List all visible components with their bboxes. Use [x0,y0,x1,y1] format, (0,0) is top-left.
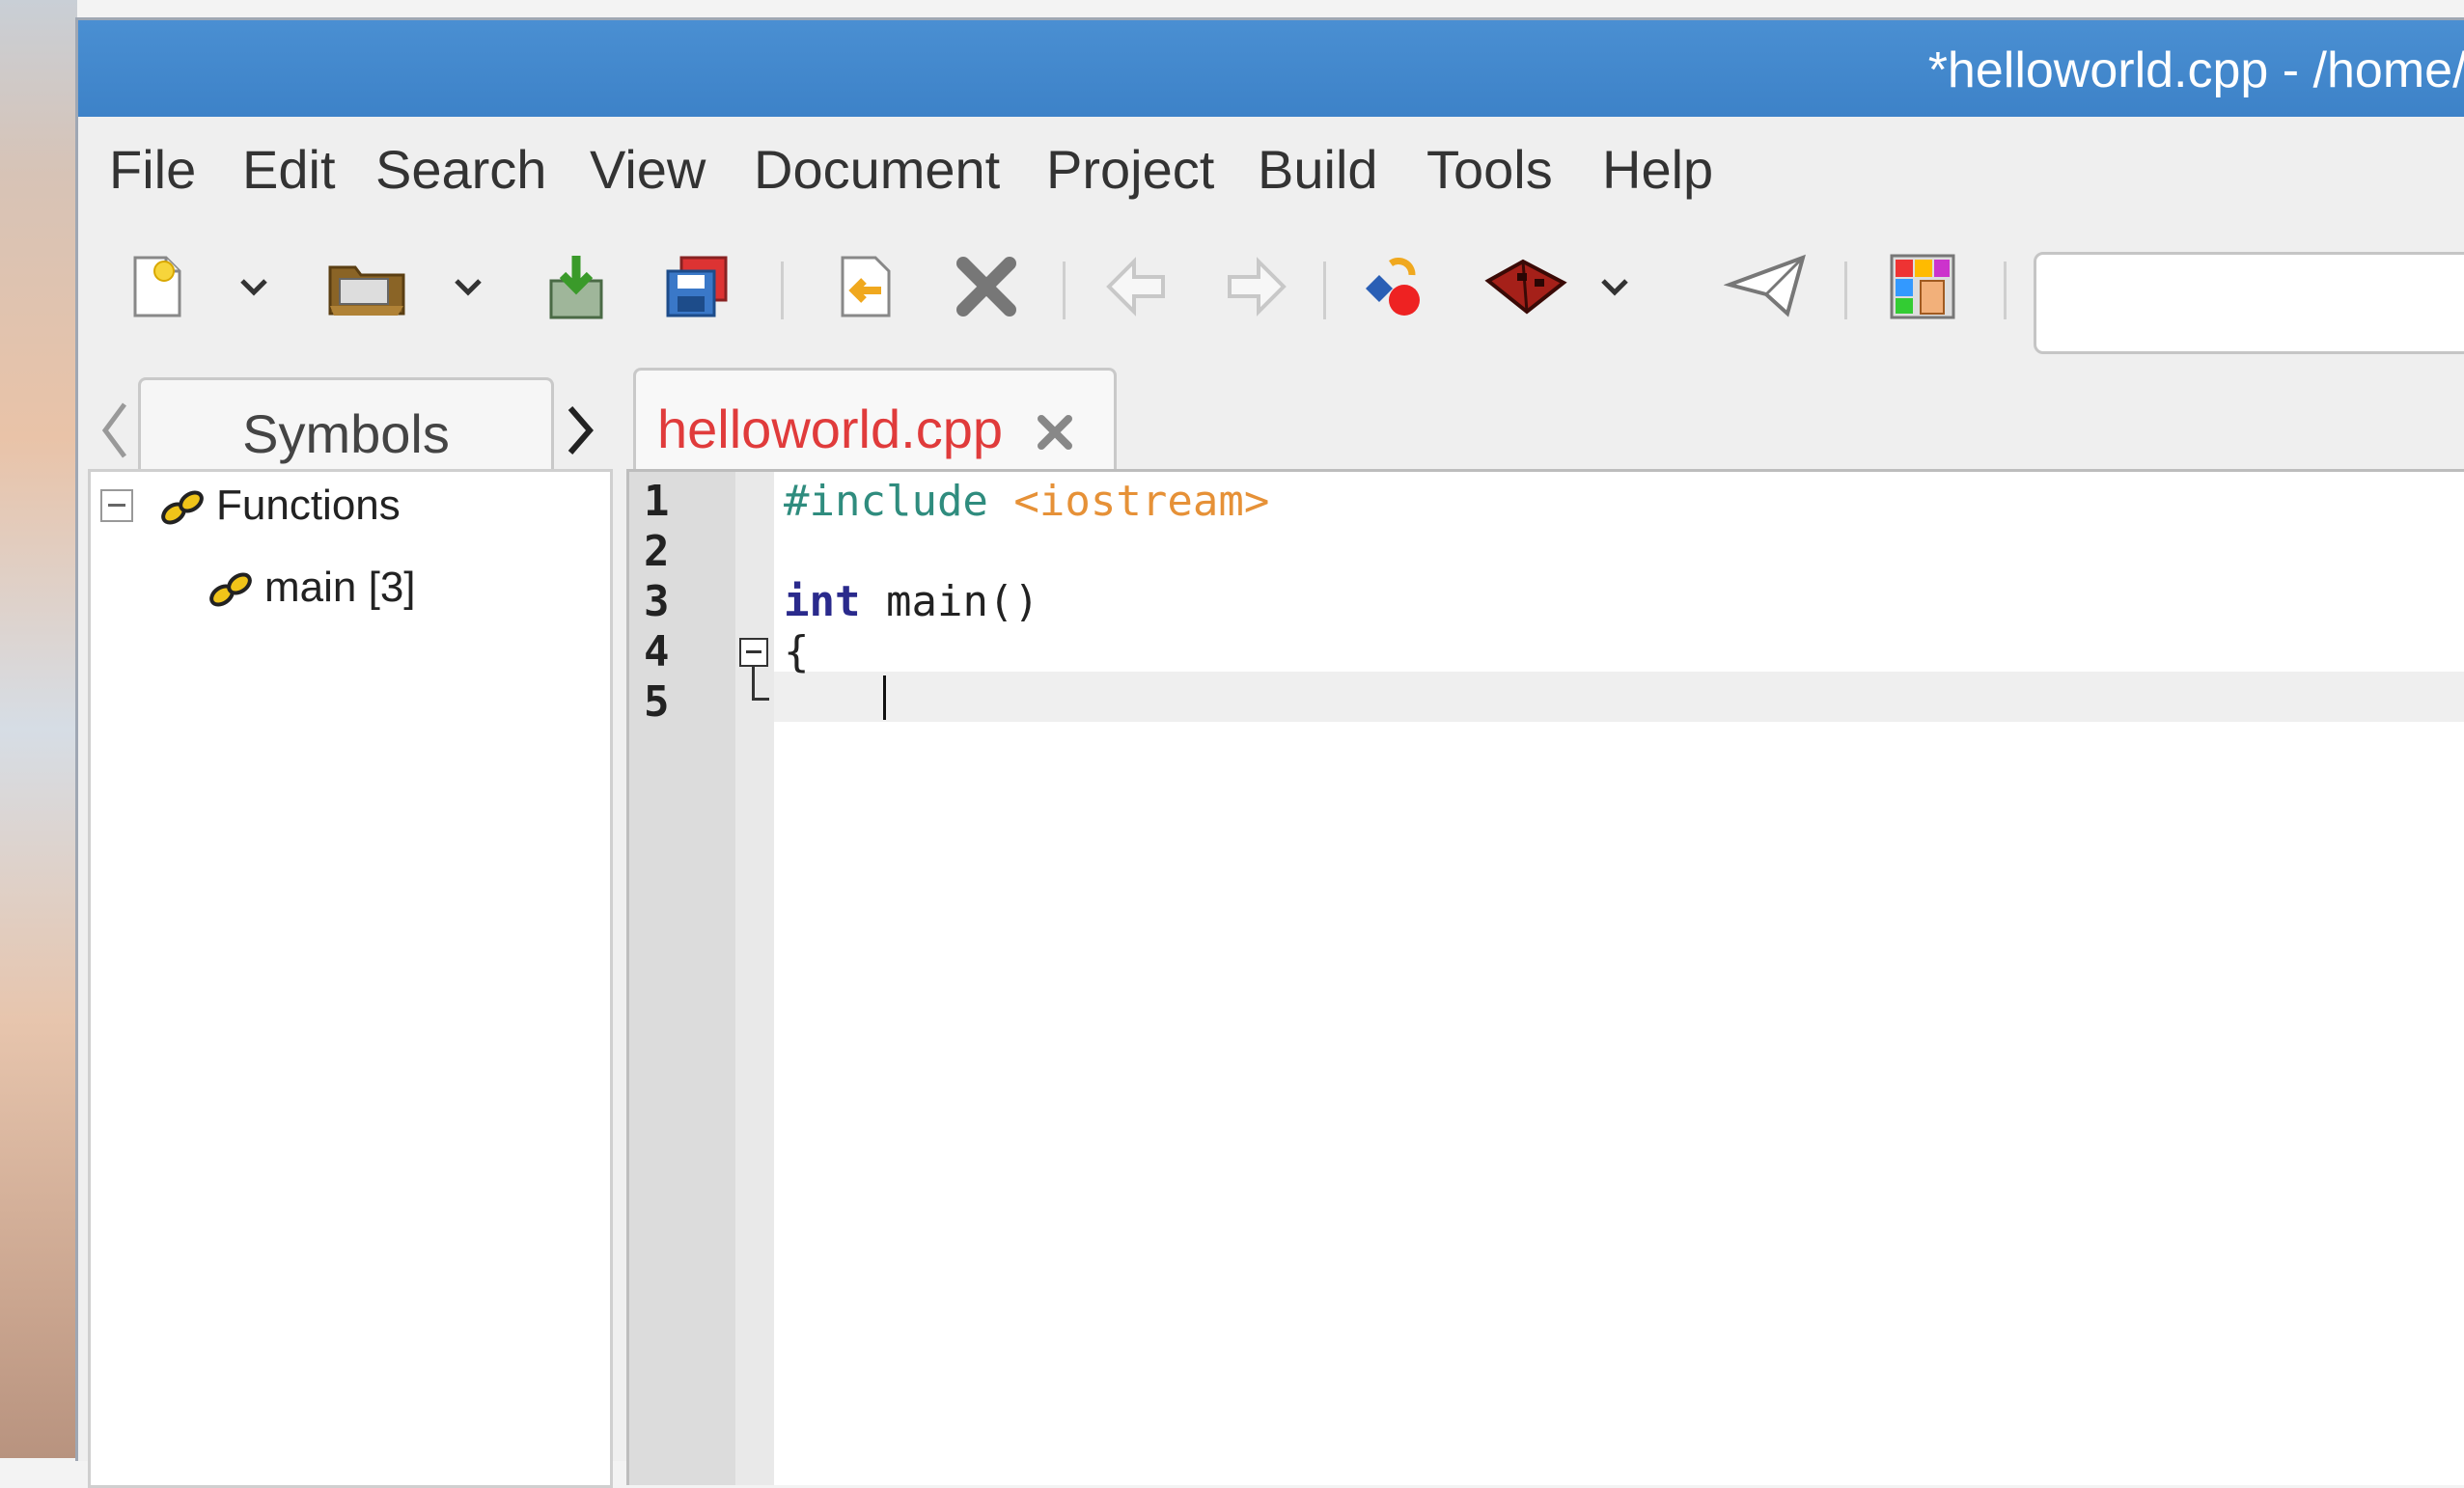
menu-build[interactable]: Build [1258,138,1378,201]
document-tabs: helloworld.cpp [619,358,2464,486]
new-dropdown-icon[interactable] [233,252,275,321]
toolbar-separator [1063,262,1066,319]
line-number: 2 [644,527,670,576]
code-editor[interactable]: 1 2 3 4 5 #include <iostream> int main()… [626,469,2464,1485]
fold-line [752,698,769,701]
open-brace: { [784,627,810,676]
code-line-4: { [784,627,810,676]
save-all-icon[interactable] [662,252,732,321]
build-icon[interactable] [1482,252,1569,321]
tree-item-main[interactable]: main [3] [264,564,416,612]
functions-chain-icon [158,486,207,530]
menu-file[interactable]: File [109,138,196,201]
execute-icon[interactable] [1723,252,1811,321]
compile-icon[interactable] [1362,252,1431,321]
tab-close-icon[interactable] [1034,411,1076,454]
line-number: 4 [644,627,670,676]
line-number: 1 [644,477,670,526]
window-title: *helloworld.cpp - /home/pi [1927,42,2464,98]
sidebar-scroll-right-icon[interactable] [561,397,599,464]
fold-line [752,665,755,700]
line-number: 5 [644,677,670,727]
keyword-int: int [784,577,861,626]
revert-icon[interactable] [831,252,900,321]
tree-item-functions[interactable]: Functions [216,482,401,530]
fold-toggle-icon[interactable] [739,638,768,667]
tab-symbols-label: Symbols [242,402,450,464]
menu-document[interactable]: Document [754,138,1000,201]
fold-margin [735,472,774,1485]
menu-help[interactable]: Help [1602,138,1713,201]
toolbar-separator [1323,262,1326,319]
function-chain-icon [207,568,255,612]
open-folder-icon[interactable] [324,252,411,321]
menu-tools[interactable]: Tools [1426,138,1553,201]
open-dropdown-icon[interactable] [447,252,489,321]
code-line-1: #include <iostream> [784,477,1269,526]
color-chooser-icon[interactable] [1888,252,1957,321]
search-input[interactable] [2034,252,2464,354]
toolbar [78,218,2464,354]
collapse-toggle-icon[interactable] [100,489,133,522]
build-dropdown-icon[interactable] [1593,252,1636,321]
function-signature: main() [885,577,1039,626]
title-bar[interactable]: *helloworld.cpp - /home/pi [78,20,2464,117]
text-cursor [883,675,886,720]
toolbar-separator [2004,262,2007,319]
menu-search[interactable]: Search [375,138,546,201]
new-file-icon[interactable] [122,252,191,321]
preprocessor-directive: #include [784,477,988,526]
geany-window: *helloworld.cpp - /home/pi File Edit Sea… [75,17,2464,1488]
save-icon[interactable] [541,252,611,321]
code-line-3: int main() [784,577,1039,626]
desktop-wallpaper [0,0,77,1458]
forward-icon[interactable] [1222,252,1291,321]
close-icon[interactable] [952,252,1021,321]
sidebar-tabs: Symbols [78,358,619,486]
symbols-panel: Functions main [3] [88,469,613,1488]
sidebar-scroll-left-icon[interactable] [96,397,134,464]
current-line-highlight [774,672,2464,722]
menu-project[interactable]: Project [1046,138,1214,201]
menu-edit[interactable]: Edit [242,138,336,201]
toolbar-separator [1844,262,1847,319]
line-number-gutter: 1 2 3 4 5 [629,472,735,1485]
toolbar-separator [781,262,784,319]
include-header: <iostream> [1013,477,1270,526]
menu-view[interactable]: View [590,138,706,201]
line-number: 3 [644,577,670,626]
back-icon[interactable] [1101,252,1171,321]
menu-bar: File Edit Search View Document Project B… [78,117,2464,213]
tab-filename: helloworld.cpp [657,399,1003,459]
